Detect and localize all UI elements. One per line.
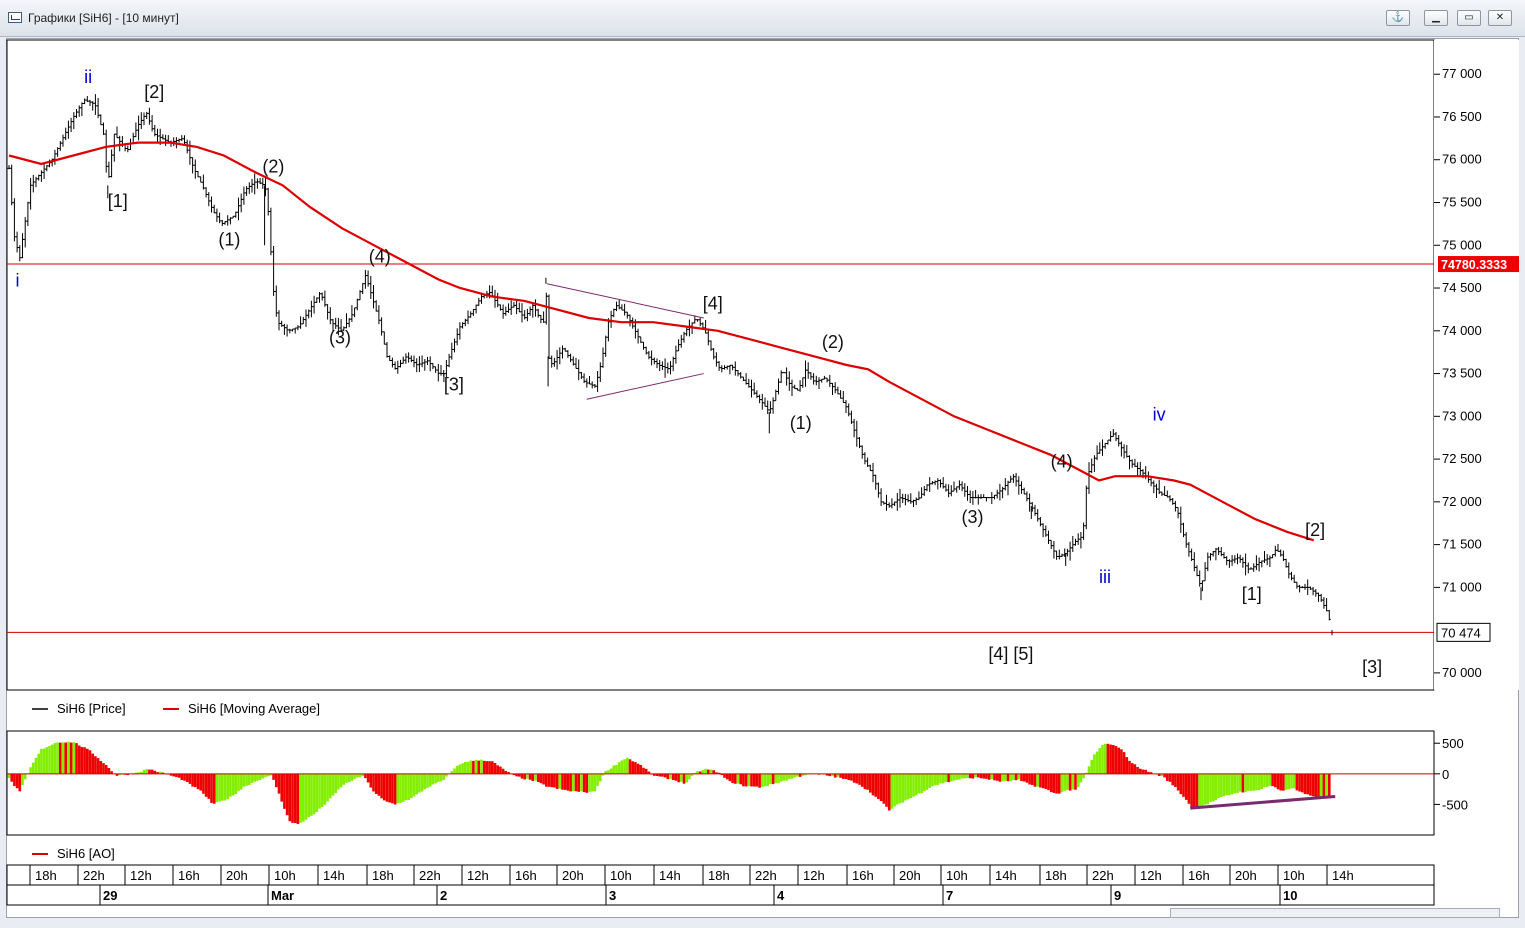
wave-label: [2] xyxy=(144,82,164,102)
time-hour-label: 16h xyxy=(515,868,537,883)
time-hour-label: 18h xyxy=(35,868,57,883)
wave-label: (3) xyxy=(962,507,984,527)
time-hour-label: 18h xyxy=(1045,868,1067,883)
wave-label: [4] xyxy=(703,293,723,313)
legend-moving-average: SiH6 [Moving Average] xyxy=(188,701,320,716)
last-price-label: 70 474 xyxy=(1441,625,1481,640)
time-hour-label: 14h xyxy=(1332,868,1354,883)
time-date-label: Mar xyxy=(271,888,294,903)
price-y-tick-label: 72 000 xyxy=(1442,494,1482,509)
time-date-label: 2 xyxy=(440,888,447,903)
time-hour-label: 14h xyxy=(323,868,345,883)
time-hour-label: 10h xyxy=(1283,868,1305,883)
ao-y-axis: 500 0 -500 xyxy=(1434,736,1468,812)
time-date-label: 4 xyxy=(777,888,785,903)
price-y-tick-label: 72 500 xyxy=(1442,451,1482,466)
wave-label: iii xyxy=(1099,567,1111,587)
wave-label: (1) xyxy=(218,229,240,249)
time-hour-label: 10h xyxy=(946,868,968,883)
wave-label: [1] xyxy=(1242,584,1262,604)
ao-y-tick-label: 500 xyxy=(1442,736,1464,751)
horizontal-scrollbar[interactable] xyxy=(1170,908,1500,918)
price-y-tick-label: 74 000 xyxy=(1442,323,1482,338)
wave-label: (4) xyxy=(369,246,391,266)
price-y-tick-label: 70 000 xyxy=(1442,665,1482,680)
wave-label: i xyxy=(15,270,19,290)
time-hour-label: 16h xyxy=(1188,868,1210,883)
wave-label: [3] xyxy=(1362,657,1382,677)
price-y-tick-label: 77 000 xyxy=(1442,66,1482,81)
time-hour-label: 22h xyxy=(755,868,777,883)
wave-label: [3] xyxy=(444,375,464,395)
price-y-tick-label: 71 500 xyxy=(1442,537,1482,552)
wave-label: (3) xyxy=(329,328,351,348)
time-hour-label: 10h xyxy=(274,868,296,883)
ao-y-tick-label: -500 xyxy=(1442,797,1468,812)
time-hour-label: 20h xyxy=(226,868,248,883)
wave-label: (2) xyxy=(822,332,844,352)
time-hour-label: 20h xyxy=(899,868,921,883)
time-date-label: 7 xyxy=(946,888,953,903)
time-hour-label: 14h xyxy=(659,868,681,883)
wave-label: iv xyxy=(1153,405,1166,425)
time-hour-label: 22h xyxy=(419,868,441,883)
legend-price: SiH6 [Price] xyxy=(57,701,126,716)
wave-label: [1] xyxy=(108,191,128,211)
level-badge-label: 74780.3333 xyxy=(1441,258,1507,272)
time-date-label: 3 xyxy=(609,888,616,903)
price-y-tick-label: 75 500 xyxy=(1442,195,1482,210)
time-hour-label: 20h xyxy=(562,868,584,883)
time-hour-label: 22h xyxy=(1092,868,1114,883)
price-y-tick-label: 71 000 xyxy=(1442,579,1482,594)
wave-label: [4] [5] xyxy=(988,644,1033,664)
price-y-tick-label: 75 000 xyxy=(1442,237,1482,252)
price-y-axis: 77 000 76 500 76 000 75 500 75 000 74 500 74 0… xyxy=(1434,66,1482,680)
time-hour-label: 10h xyxy=(610,868,632,883)
price-y-tick-label: 73 500 xyxy=(1442,366,1482,381)
time-date-label: 9 xyxy=(1114,888,1121,903)
time-date-label: 10 xyxy=(1283,888,1297,903)
wave-label: (1) xyxy=(790,413,812,433)
price-y-tick-label: 74 500 xyxy=(1442,280,1482,295)
time-hour-label: 12h xyxy=(1140,868,1162,883)
wave-label: (4) xyxy=(1051,452,1073,472)
price-y-tick-label: 76 500 xyxy=(1442,109,1482,124)
time-hour-label: 18h xyxy=(708,868,730,883)
wave-label: ii xyxy=(84,67,92,87)
price-y-tick-label: 73 000 xyxy=(1442,408,1482,423)
wave-label: (2) xyxy=(262,157,284,177)
time-hour-label: 14h xyxy=(995,868,1017,883)
legend-ao: SiH6 [AO] xyxy=(57,846,115,861)
time-hour-label: 18h xyxy=(372,868,394,883)
ao-y-tick-label: 0 xyxy=(1442,767,1449,782)
time-date-label: 29 xyxy=(103,888,117,903)
time-hour-label: 12h xyxy=(803,868,825,883)
time-hour-label: 16h xyxy=(178,868,200,883)
wave-label: [2] xyxy=(1305,520,1325,540)
time-hour-label: 20h xyxy=(1235,868,1257,883)
price-y-tick-label: 76 000 xyxy=(1442,152,1482,167)
chart-svg[interactable]: 77 00076 50076 00075 50075 00074 50074 0… xyxy=(0,0,1525,928)
time-hour-label: 12h xyxy=(130,868,152,883)
time-hour-label: 16h xyxy=(852,868,874,883)
time-hour-label: 22h xyxy=(83,868,105,883)
time-hour-label: 12h xyxy=(467,868,489,883)
price-panel[interactable] xyxy=(6,39,1435,691)
